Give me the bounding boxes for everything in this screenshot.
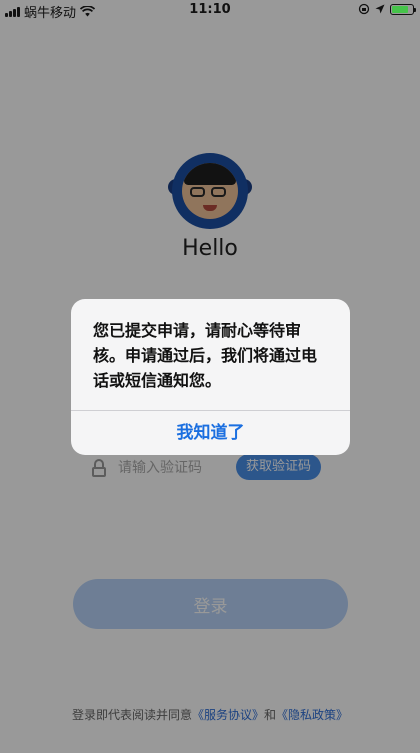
location-icon bbox=[375, 4, 385, 14]
alert-dialog: 您已提交申请，请耐心等待审核。申请通过后，我们将通过电话或短信通知您。 我知道了 bbox=[71, 299, 350, 455]
alert-message: 您已提交申请，请耐心等待审核。申请通过后，我们将通过电话或短信通知您。 bbox=[93, 321, 318, 390]
orientation-lock-icon bbox=[358, 3, 370, 15]
status-right bbox=[358, 3, 416, 15]
battery-level bbox=[392, 5, 408, 13]
battery-icon bbox=[390, 3, 416, 15]
status-time: 11:10 bbox=[189, 2, 231, 17]
alert-confirm-button[interactable]: 我知道了 bbox=[71, 411, 350, 455]
status-bar: 蜗牛移动 11:10 bbox=[0, 0, 420, 21]
